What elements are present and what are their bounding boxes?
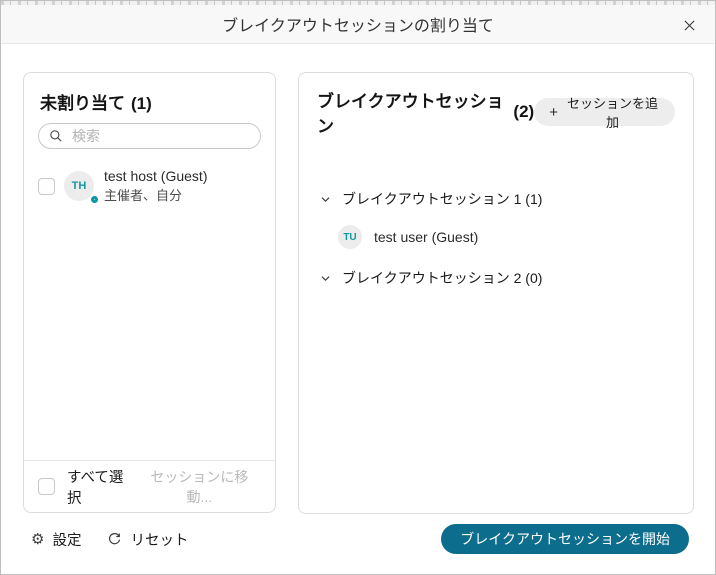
sessions-header: ブレイクアウトセッション (2) + セッションを追加 xyxy=(299,73,693,137)
select-all-label: すべて選択 xyxy=(67,466,138,508)
add-session-label: セッションを追加 xyxy=(565,93,660,131)
participant-texts: test host (Guest) 主催者、自分 xyxy=(104,166,207,205)
search-box xyxy=(38,123,261,149)
search-icon xyxy=(49,129,63,143)
avatar-initials: TU xyxy=(343,232,356,243)
refresh-icon xyxy=(107,532,122,547)
session-row-1[interactable]: ブレイクアウトセッション 1 (1) xyxy=(299,185,693,213)
start-breakout-button[interactable]: ブレイクアウトセッションを開始 xyxy=(441,524,689,554)
gear-icon: ⚙ xyxy=(31,532,44,547)
chevron-down-icon xyxy=(320,273,331,284)
close-button[interactable] xyxy=(675,11,703,39)
sessions-title: ブレイクアウトセッション xyxy=(317,87,505,137)
settings-button[interactable]: ⚙ 設定 xyxy=(31,525,81,554)
avatar: TU xyxy=(338,225,362,249)
avatar: TH xyxy=(64,171,94,201)
select-all-checkbox[interactable] xyxy=(38,478,55,495)
session-label: ブレイクアウトセッション 2 (0) xyxy=(342,268,542,288)
unassigned-footer: すべて選択 セッションに移動... xyxy=(24,460,275,512)
move-to-session-button[interactable]: セッションに移動... xyxy=(138,467,261,507)
session-label: ブレイクアウトセッション 1 (1) xyxy=(342,189,542,209)
participant-name: test host (Guest) xyxy=(104,166,207,186)
session-member-row[interactable]: TU test user (Guest) xyxy=(299,218,693,256)
participant-checkbox[interactable] xyxy=(38,178,55,195)
unassigned-count: (1) xyxy=(131,94,152,114)
close-icon xyxy=(683,19,696,32)
search-input[interactable] xyxy=(70,127,250,145)
sessions-count: (2) xyxy=(513,102,534,122)
unassigned-title: 未割り当て xyxy=(40,89,125,114)
sessions-panel: ブレイクアウトセッション (2) + セッションを追加 ブレイクアウトセッション… xyxy=(298,72,694,514)
member-name: test user (Guest) xyxy=(374,229,478,245)
sessions-tree: ブレイクアウトセッション 1 (1) TU test user (Guest) … xyxy=(299,185,693,292)
reset-label: リセット xyxy=(130,529,188,550)
participant-role: 主催者、自分 xyxy=(104,187,207,206)
dialog-titlebar: ブレイクアウトセッションの割り当て xyxy=(1,5,715,44)
breakout-assignment-dialog: ブレイクアウトセッションの割り当て 未割り当て (1) TH test xyxy=(0,0,716,575)
host-badge-icon xyxy=(91,196,98,203)
chevron-down-icon xyxy=(320,194,331,205)
add-session-button[interactable]: + セッションを追加 xyxy=(534,98,675,126)
unassigned-header: 未割り当て (1) xyxy=(24,73,275,114)
plus-icon: + xyxy=(549,105,558,120)
reset-button[interactable]: リセット xyxy=(107,525,188,554)
unassigned-panel: 未割り当て (1) TH test host (Guest) 主催者、自分 すべ… xyxy=(23,72,276,513)
avatar-initials: TH xyxy=(72,180,87,192)
session-row-2[interactable]: ブレイクアウトセッション 2 (0) xyxy=(299,264,693,292)
settings-label: 設定 xyxy=(52,529,81,550)
participant-row[interactable]: TH test host (Guest) 主催者、自分 xyxy=(24,161,275,211)
dialog-footer-left: ⚙ 設定 リセット xyxy=(31,525,188,554)
dialog-title: ブレイクアウトセッションの割り当て xyxy=(1,5,715,43)
